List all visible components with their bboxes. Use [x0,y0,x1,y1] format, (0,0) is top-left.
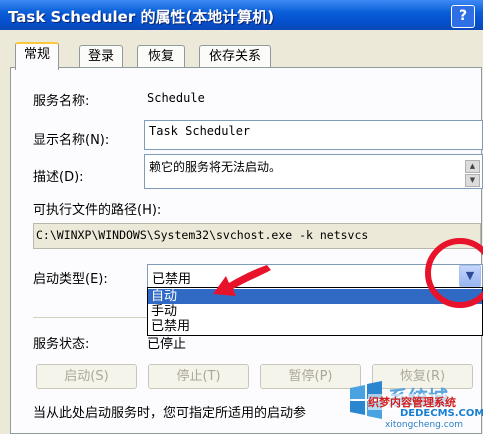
exec-path-field: C:\WINXP\WINDOWS\System32\svchost.exe -k… [33,223,481,249]
startup-type-value: 已禁用 [152,272,192,287]
service-name-label: 服务名称: [33,94,90,109]
option-manual[interactable]: 手动 [148,304,482,319]
display-name-field[interactable]: Task Scheduler [144,120,483,150]
watermark-line3: xitongcheng.com [385,420,463,430]
scroll-down-icon[interactable]: ▼ [465,174,480,187]
tab-recovery[interactable]: 恢复 [137,45,185,68]
exec-path-label: 可执行文件的路径(H): [33,203,162,218]
startup-type-label: 启动类型(E): [33,272,108,287]
service-name-value: Schedule [147,91,205,105]
display-name-label: 显示名称(N): [33,133,110,148]
tab-logon[interactable]: 登录 [79,45,123,68]
stop-button[interactable]: 停止(T) [148,364,249,389]
watermark-line2: DEDECMS.COM [400,408,483,419]
option-disabled[interactable]: 已禁用 [148,319,482,334]
title-bar: Task Scheduler 的属性(本地计算机) ? [0,0,483,30]
start-params-hint: 当从此处启动服务时，您可指定所适用的启动参 [33,406,307,421]
display-name-value: Task Scheduler [149,124,251,138]
annotation-arrow-icon [213,265,271,296]
description-field[interactable]: 赖它的服务将无法启动。 ▲ ▼ [144,154,483,189]
description-label: 描述(D): [33,170,84,185]
start-button[interactable]: 启动(S) [36,364,137,389]
scroll-up-icon[interactable]: ▲ [465,160,480,173]
help-button[interactable]: ? [451,5,475,28]
window-title: Task Scheduler 的属性(本地计算机) [8,8,275,26]
exec-path-value: C:\WINXP\WINDOWS\System32\svchost.exe -k… [36,228,369,242]
divider [33,317,147,318]
service-status-label: 服务状态: [33,337,90,352]
description-value: 赖它的服务将无法启动。 [149,160,282,174]
tab-general[interactable]: 常规 [15,42,59,70]
tab-dependencies[interactable]: 依存关系 [199,45,271,68]
